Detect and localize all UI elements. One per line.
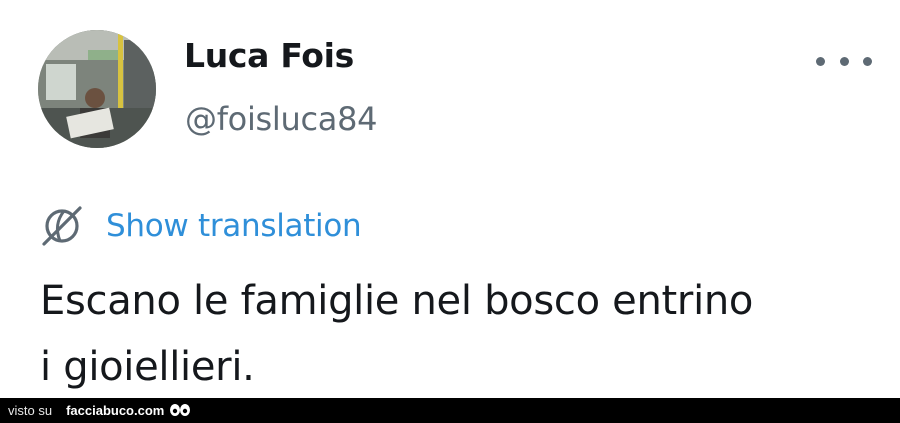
author-name[interactable]: Luca Fois — [184, 36, 354, 75]
avatar[interactable] — [38, 30, 156, 148]
more-options-button[interactable] — [816, 48, 872, 74]
more-options-dot — [863, 56, 872, 66]
footer-prefix: visto su — [8, 403, 53, 418]
more-options-icon — [816, 56, 825, 66]
tweet-text-line: i gioiellieri. — [40, 344, 255, 390]
avatar-photo — [38, 30, 156, 148]
more-options-dot — [839, 56, 849, 66]
eyes-logo-icon — [169, 402, 191, 420]
watermark-footer: visto su facciabuco.com — [0, 398, 900, 423]
tweet-text-line: Escano le famiglie nel bosco entrino — [40, 278, 754, 324]
footer-site-link[interactable]: facciabuco.com — [66, 403, 164, 418]
show-translation-label: Show translation — [106, 208, 362, 244]
globe-translate-icon — [42, 206, 82, 246]
show-translation-button[interactable]: Show translation — [38, 203, 362, 249]
tweet-text: Escano le famiglie nel bosco entrino i g… — [40, 268, 880, 400]
author-handle[interactable]: @foisluca84 — [185, 100, 378, 138]
